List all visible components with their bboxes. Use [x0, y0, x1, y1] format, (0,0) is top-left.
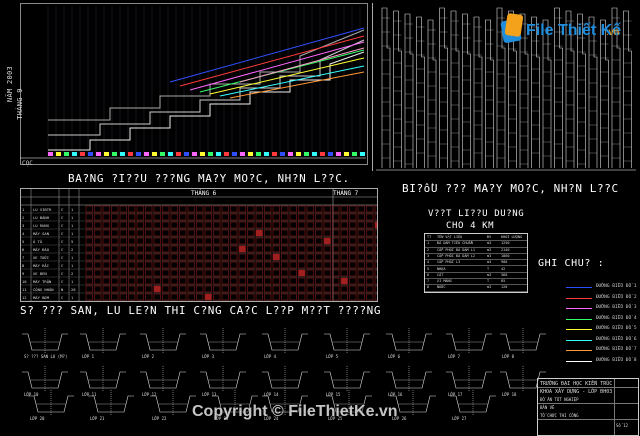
cross-section	[386, 328, 432, 354]
tb-sheet-no: TỔ CHỨC THI CÔNG	[540, 413, 579, 418]
section-label: LỚP 6	[388, 354, 401, 359]
section-label: LỚP 27	[452, 416, 467, 421]
cross-section	[200, 328, 246, 354]
cross-section	[446, 366, 492, 392]
section-label: LỚP 15	[326, 392, 341, 397]
cross-section	[80, 328, 126, 354]
section-label: LỚP 1	[82, 354, 95, 359]
section-label: LỚP 18	[502, 392, 517, 397]
section-label: LỚP 17	[448, 392, 463, 397]
cross-section	[262, 328, 308, 354]
cross-section	[386, 366, 432, 392]
cross-section	[200, 366, 246, 392]
section-label: LỚP 14	[264, 392, 279, 397]
section-label: LỚP 3	[202, 354, 215, 359]
tb-project: ĐỒ ÁN TỐT NGHIỆP	[540, 397, 579, 402]
cross-section	[500, 328, 546, 354]
section-label: LỚP 13	[202, 392, 217, 397]
cross-section	[22, 328, 68, 354]
cross-section	[324, 328, 370, 354]
cross-section	[324, 366, 370, 392]
section-label: LỚP 8	[502, 354, 515, 359]
sections-svg	[22, 328, 546, 416]
section-label: LỚP 2	[142, 354, 155, 359]
section-label: LỚP 12	[142, 392, 157, 397]
section-label: LỚP 22	[152, 416, 167, 421]
section-label: LỚP 5	[326, 354, 339, 359]
section-label: LỚP 7	[448, 354, 461, 359]
copyright-watermark: Copyright © FileThietKe.vn	[192, 403, 398, 420]
section-label: LỚP 4	[264, 354, 277, 359]
cross-section	[80, 366, 126, 392]
cross-section	[262, 366, 308, 392]
cross-section	[140, 328, 186, 354]
section-label: S? ??? SAN LU (M?)	[24, 354, 68, 359]
section-label: LỚP 11	[82, 392, 97, 397]
section-label: LỚP 21	[90, 416, 105, 421]
section-label: LỚP 10	[24, 392, 39, 397]
tb-sheet: BẢN VẼ	[540, 405, 555, 410]
cross-section	[22, 366, 68, 392]
section-label: LỚP 20	[30, 416, 45, 421]
cross-section	[140, 366, 186, 392]
cross-section	[446, 328, 492, 354]
tb-dept: KHOA XÂY DỰNG - LỚP ĐH03	[540, 389, 613, 395]
section-label: LỚP 16	[388, 392, 403, 397]
tb-num: Số 12	[616, 423, 629, 428]
cross-section	[150, 390, 196, 416]
title-block: TRƯỜNG ĐẠI HỌC KIẾN TRÚC KHOA XÂY DỰNG -…	[537, 378, 639, 436]
